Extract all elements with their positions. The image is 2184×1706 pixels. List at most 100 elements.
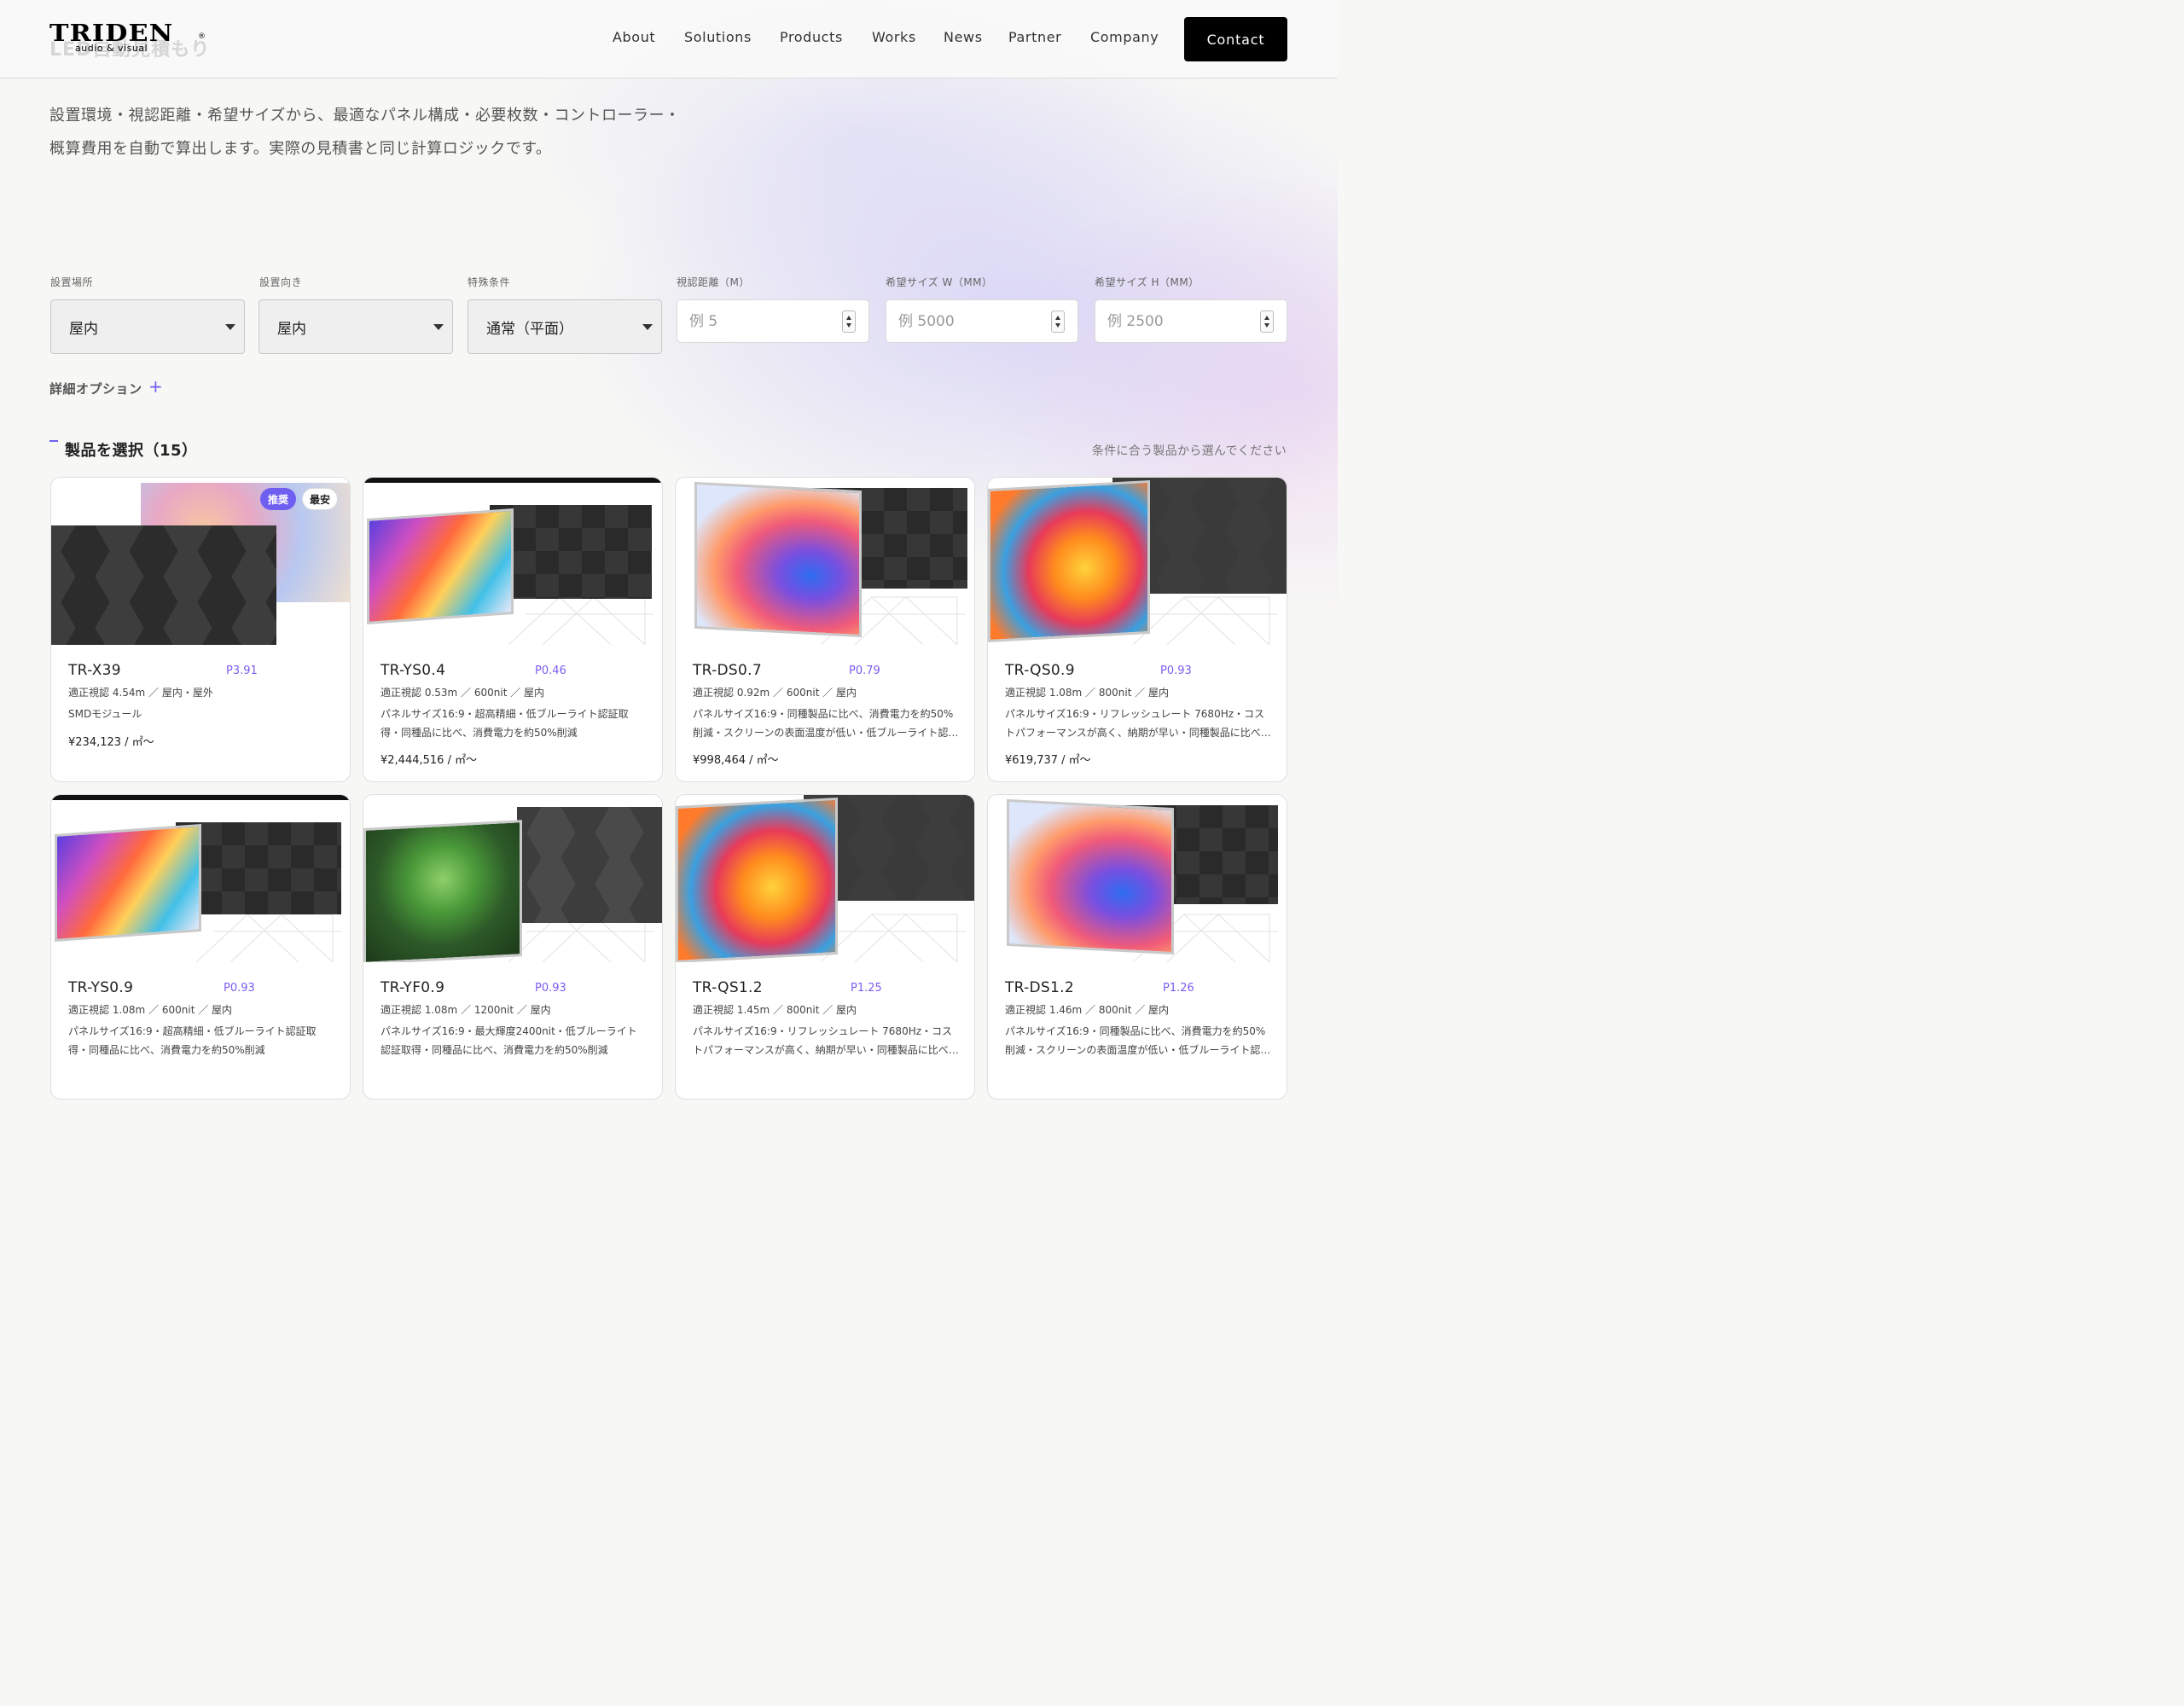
- cheapest-badge: 最安: [302, 488, 338, 510]
- product-image: [988, 478, 1287, 645]
- product-name: TR-X39: [68, 662, 121, 679]
- product-name: TR-YS0.9: [68, 979, 134, 996]
- product-pitch: P0.93: [224, 982, 255, 995]
- nav-solutions[interactable]: Solutions: [684, 29, 752, 45]
- product-pitch: P1.26: [1163, 982, 1194, 995]
- product-description: SMDモジュール: [68, 708, 142, 720]
- product-card[interactable]: TR-DS1.2 P1.26 適正視認 1.46m ／ 800nit ／ 屋内 …: [987, 794, 1287, 1100]
- nav-news[interactable]: News: [944, 29, 983, 45]
- product-description: パネルサイズ16:9・同種製品に比べ、消費電力を約50%削減・スクリーンの表面温…: [693, 708, 959, 739]
- location-select[interactable]: 屋内: [50, 299, 245, 354]
- product-description: パネルサイズ16:9・同種製品に比べ、消費電力を約50%削減・スクリーンの表面温…: [1005, 1025, 1271, 1056]
- product-name: TR-QS0.9: [1005, 662, 1075, 679]
- product-name: TR-YF0.9: [380, 979, 445, 996]
- chevron-down-icon: [642, 324, 653, 330]
- nav-partner[interactable]: Partner: [1008, 29, 1061, 45]
- nav-works[interactable]: Works: [872, 29, 916, 45]
- spinner-up-icon[interactable]: [1264, 316, 1269, 320]
- sketch-lines: [821, 914, 966, 962]
- product-spec: 適正視認 1.45m ／ 800nit ／ 屋内: [693, 1004, 857, 1016]
- nav-products[interactable]: Products: [780, 29, 843, 45]
- product-description: パネルサイズ16:9・リフレッシュレート 7680Hz・コストパフォーマンスが高…: [693, 1025, 959, 1056]
- product-image: [363, 795, 662, 962]
- product-description: パネルサイズ16:9・超高精細・低ブルーライト認証取得・同種品に比べ、消費電力を…: [380, 708, 629, 739]
- product-image: [988, 795, 1287, 962]
- spinner-down-icon[interactable]: [1055, 323, 1060, 328]
- product-pitch: P0.46: [535, 664, 566, 677]
- product-price: ¥619,737 / ㎡〜: [1005, 754, 1091, 767]
- special-condition-label: 特殊条件: [468, 276, 511, 288]
- product-price: ¥2,444,516 / ㎡〜: [380, 754, 478, 767]
- product-card[interactable]: 推奨 最安 TR-X39 P3.91 適正視認 4.54m ／ 屋内・屋外 SM…: [50, 477, 351, 782]
- products-section-title: 製品を選択（15）: [65, 442, 198, 460]
- product-card[interactable]: TR-YS0.9 P0.93 適正視認 1.08m ／ 600nit ／ 屋内 …: [50, 794, 351, 1100]
- product-spec: 適正視認 0.92m ／ 600nit ／ 屋内: [693, 687, 857, 699]
- product-spec: 適正視認 4.54m ／ 屋内・屋外: [68, 687, 213, 699]
- logo-registered-mark: ®: [198, 32, 206, 41]
- spinner-up-icon[interactable]: [846, 316, 851, 320]
- intro-text: 設置環境・視認距離・希望サイズから、最適なパネル構成・必要枚数・コントローラー・…: [49, 99, 680, 165]
- product-description: パネルサイズ16:9・リフレッシュレート 7680Hz・コストパフォーマンスが高…: [1005, 708, 1271, 739]
- product-image: [676, 795, 974, 962]
- product-spec: 適正視認 1.08m ／ 800nit ／ 屋内: [1005, 687, 1170, 699]
- intro-line-2: 概算費用を自動で算出します。実際の見積書と同じ計算ロジックです。: [49, 140, 552, 158]
- product-image: [363, 478, 662, 645]
- spinner-down-icon[interactable]: [1264, 323, 1269, 328]
- triden-logo[interactable]: TRIDEN audio & visual ®: [49, 22, 206, 54]
- products-section-hint: 条件に合う製品から選んでください: [1091, 444, 1287, 458]
- product-description: パネルサイズ16:9・最大輝度2400nit・低ブルーライト認証取得・同種品に比…: [380, 1025, 637, 1056]
- nav-about[interactable]: About: [613, 29, 655, 45]
- plus-icon[interactable]: +: [148, 376, 163, 397]
- product-spec: 適正視認 1.08m ／ 600nit ／ 屋内: [68, 1004, 233, 1016]
- product-card[interactable]: TR-QS0.9 P0.93 適正視認 1.08m ／ 800nit ／ 屋内 …: [987, 477, 1287, 782]
- width-field: [886, 299, 1078, 343]
- product-pitch: P0.79: [849, 664, 880, 677]
- product-name: TR-DS0.7: [693, 662, 762, 679]
- logo-tagline: audio & visual: [75, 43, 148, 54]
- product-card[interactable]: TR-DS0.7 P0.79 適正視認 0.92m ／ 600nit ／ 屋内 …: [675, 477, 975, 782]
- chevron-down-icon: [225, 324, 235, 330]
- distance-field: [677, 299, 869, 343]
- location-value: 屋内: [69, 320, 98, 338]
- distance-input[interactable]: [689, 310, 826, 333]
- product-pitch: P1.25: [851, 982, 882, 995]
- product-card[interactable]: TR-QS1.2 P1.25 適正視認 1.45m ／ 800nit ／ 屋内 …: [675, 794, 975, 1100]
- nav-company[interactable]: Company: [1090, 29, 1159, 45]
- width-label: 希望サイズ W（MM）: [886, 276, 993, 288]
- product-spec: 適正視認 0.53m ／ 600nit ／ 屋内: [380, 687, 545, 699]
- width-input[interactable]: [898, 310, 1035, 333]
- product-card[interactable]: TR-YF0.9 P0.93 適正視認 1.08m ／ 1200nit ／ 屋内…: [363, 794, 663, 1100]
- section-accent-mark: [49, 440, 58, 442]
- product-pitch: P0.93: [1160, 664, 1192, 677]
- product-image: [676, 478, 974, 645]
- product-pitch: P0.93: [535, 982, 566, 995]
- number-spinner[interactable]: [842, 310, 856, 333]
- chevron-down-icon: [433, 324, 444, 330]
- number-spinner[interactable]: [1051, 310, 1065, 333]
- product-image: 推奨 最安: [51, 478, 350, 645]
- special-condition-select[interactable]: 通常（平面）: [468, 299, 662, 354]
- spinner-down-icon[interactable]: [846, 323, 851, 328]
- product-spec: 適正視認 1.46m ／ 800nit ／ 屋内: [1005, 1004, 1170, 1016]
- site-header: LED自動見積もり TRIDEN audio & visual ® About …: [0, 0, 1338, 78]
- distance-label: 視認距離（M）: [677, 276, 750, 288]
- spinner-up-icon[interactable]: [1055, 316, 1060, 320]
- product-image: [51, 795, 350, 962]
- location-label: 設置場所: [50, 276, 94, 288]
- detail-options-toggle[interactable]: 詳細オプション: [49, 380, 142, 397]
- product-price: ¥998,464 / ㎡〜: [693, 754, 779, 767]
- orientation-select[interactable]: 屋内: [258, 299, 453, 354]
- intro-line-1: 設置環境・視認距離・希望サイズから、最適なパネル構成・必要枚数・コントローラー・: [49, 107, 681, 125]
- number-spinner[interactable]: [1260, 310, 1274, 333]
- height-input[interactable]: [1107, 310, 1244, 333]
- product-name: TR-DS1.2: [1005, 979, 1074, 996]
- product-price: ¥234,123 / ㎡〜: [68, 736, 154, 749]
- product-card[interactable]: TR-YS0.4 P0.46 適正視認 0.53m ／ 600nit ／ 屋内 …: [363, 477, 663, 782]
- recommended-badge: 推奨: [260, 488, 296, 510]
- product-description: パネルサイズ16:9・超高精細・低ブルーライト認証取得・同種品に比べ、消費電力を…: [68, 1025, 317, 1056]
- height-field: [1095, 299, 1287, 343]
- height-label: 希望サイズ H（MM）: [1095, 276, 1199, 288]
- orientation-label: 設置向き: [259, 276, 303, 288]
- product-pitch: P3.91: [226, 664, 258, 677]
- contact-button[interactable]: Contact: [1184, 17, 1287, 61]
